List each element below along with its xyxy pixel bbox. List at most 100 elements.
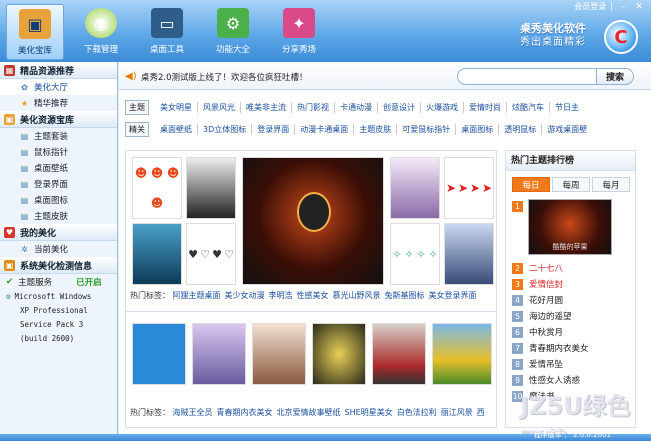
thumbnail-cursors-green[interactable]: ✧ ✧ ✧ ✧ [390,223,440,285]
tag-link[interactable]: 可爱鼠标指针 [397,124,457,135]
ranking-item[interactable]: 1 [512,199,529,213]
rank-name: 中秋赏月 [529,328,564,338]
tag-link[interactable]: 炫酷汽车 [507,102,550,113]
nav-download[interactable]: ◉ 下载管理 [72,4,130,60]
hot-tag-link[interactable]: 白色法拉利 [397,408,437,417]
thumbnail-featured-apple[interactable] [242,157,384,285]
tag-link[interactable]: 火爆游戏 [421,102,464,113]
sidebar-item-theme-suite[interactable]: ▤ 主题套装 [0,128,117,144]
ranking-item[interactable]: 9 性感女人诱惑 [512,373,580,387]
service-status: 已开启 [76,278,102,288]
sidebar-group-my[interactable]: ♥ 我的美化 [0,224,117,241]
search-input[interactable] [457,68,597,85]
tag-link[interactable]: 透明鼠标 [499,124,543,135]
sidebar-item-featured[interactable]: ★ 精华推荐 [0,95,117,111]
hot-tag-link[interactable]: SHE明星美女 [345,408,393,417]
ranking-item[interactable]: 4 花好月圆 [512,293,563,307]
hot-tag-link[interactable]: 丽江风景 [441,408,473,417]
tag-link[interactable]: 动漫卡通桌面 [295,124,355,135]
tag-link[interactable]: 主题皮肤 [354,124,398,135]
ranking-item[interactable]: 3 爱情信封 [512,277,563,291]
minimize-icon[interactable]: – [617,2,629,12]
top-ranked-caption: 酷酷的苹果 [552,243,588,251]
thumbnail-cursors[interactable]: ➤ ➤ ➤ ➤ [444,157,494,219]
app-logo-icon: C [604,20,638,54]
item-label: 鼠标指针 [34,148,69,158]
sidebar-item-hall[interactable]: ✿ 美化大厅 [0,79,117,95]
tag-link[interactable]: 桌面图标 [456,124,500,135]
rank-number: 7 [512,342,523,354]
ranking-item[interactable]: 5 海边的遥望 [512,309,572,323]
rank-name: 海边的遥望 [529,312,572,322]
thumbnail-girl[interactable] [252,323,306,385]
tag-link[interactable]: 唯美非主流 [241,102,292,113]
tag-link[interactable]: 风景风光 [198,102,241,113]
hot-tag-link[interactable]: 北京爱情故事壁纸 [277,408,341,417]
thumbnail-dark-portrait[interactable] [312,323,366,385]
nav-treasure[interactable]: ▣ 美化宝库 [6,4,64,60]
hot-tag-link[interactable]: 兔斯基图标 [385,291,425,300]
share-icon: ✦ [283,8,315,38]
thumbnail-anime-girl[interactable] [444,223,494,285]
tag-link[interactable]: 3D立体图标 [198,124,253,135]
tab-monthly[interactable]: 每月 [592,177,630,192]
sidebar-item-desktop-icon[interactable]: ▤ 桌面图标 [0,192,117,208]
close-icon[interactable]: ✕ [633,2,645,12]
sidebar-item-current[interactable]: ✲ 当前美化 [0,241,117,257]
notice-text[interactable]: 桌秀2.0测试版上线了！欢迎各位疯狂吐槽！ [141,71,308,83]
search-button[interactable]: 搜索 [597,68,634,85]
thumbnail-hearts[interactable]: ♥ ♡ ♥ ♡ [186,223,236,285]
ranking-item[interactable]: 7 青春期内衣美女 [512,341,589,355]
thumbnail-anime-2[interactable] [192,323,246,385]
tag-row-label: 主题 [125,100,149,115]
sidebar-item-skin[interactable]: ▤ 主题皮肤 [0,208,117,224]
tag-link[interactable]: 美女明星 [155,102,198,113]
notice-bar: ◀) 桌秀2.0测试版上线了！欢迎各位疯狂吐槽！ 搜索 [119,62,651,90]
ranking-item[interactable]: 6 中秋赏月 [512,325,563,339]
hot-tag-link[interactable]: 李明浩 [269,291,293,300]
item-label: 登录界面 [34,180,69,190]
tab-weekly[interactable]: 每周 [552,177,590,192]
thumbnail-sunflowers[interactable] [432,323,492,385]
top-ranked-thumbnail[interactable]: 酷酷的苹果 [528,199,612,255]
sidebar-group-sysinfo[interactable]: ▣ 系统美化检测信息 [0,257,117,274]
thumbnail-anime[interactable] [390,157,440,219]
sidebar-item-cursor[interactable]: ▤ 鼠标指针 [0,144,117,160]
tag-link[interactable]: 登录界面 [252,124,296,135]
sidebar-group-recommend[interactable]: ▦ 精品资源推荐 [0,62,117,79]
thumbnail-doraemon[interactable] [132,323,186,385]
thumbnail-portrait[interactable] [186,157,236,219]
tag-link[interactable]: 创意设计 [378,102,421,113]
hot-tag-link[interactable]: 海贼王全员 [173,408,213,417]
nav-share[interactable]: ✦ 分享秀场 [270,4,328,60]
tag-link[interactable]: 爱情时尚 [464,102,507,113]
hot-tag-link[interactable]: 性感美女 [297,291,329,300]
tag-link[interactable]: 节日主 [550,102,584,113]
hot-tag-link[interactable]: 美少女动漫 [225,291,265,300]
nav-desktop-tools[interactable]: ▭ 桌面工具 [138,4,196,60]
hot-tag-link[interactable]: 美女登录界面 [429,291,477,300]
nav-features[interactable]: ⚙ 功能大全 [204,4,262,60]
ranking-item[interactable]: 8 爱情吊坠 [512,357,563,371]
tab-daily[interactable]: 每日 [512,177,550,192]
login-link[interactable]: 会员登录 [574,1,606,12]
sidebar-group-library[interactable]: ▣ 美化资源宝库 [0,111,117,128]
hot-tag-link[interactable]: 阿狸主题桌面 [173,291,221,300]
hot-label: 热门标签： [130,408,170,417]
hot-tag-link[interactable]: 西 [477,408,485,417]
doc-icon: ▤ [20,211,29,221]
thumbnail-lake[interactable] [132,223,182,285]
item-label: 主题皮肤 [34,212,69,222]
chest-icon: ▣ [4,113,15,125]
sidebar-item-login-screen[interactable]: ▤ 登录界面 [0,176,117,192]
thumbnail-sports-car[interactable] [372,323,426,385]
tag-link[interactable]: 游戏桌面壁 [542,124,592,135]
hot-tag-link[interactable]: 慕光山野风景 [333,291,381,300]
hot-tag-link[interactable]: 青春期内衣美女 [217,408,273,417]
tag-link[interactable]: 桌面壁纸 [155,124,198,135]
sidebar-item-wallpaper[interactable]: ▤ 桌面壁纸 [0,160,117,176]
thumbnail-icons[interactable]: ☻ ☻ ☻ ☻ [132,157,182,219]
tag-link[interactable]: 卡通动漫 [335,102,378,113]
tag-link[interactable]: 热门影视 [292,102,335,113]
ranking-item[interactable]: 2 二十七八 [512,261,563,275]
